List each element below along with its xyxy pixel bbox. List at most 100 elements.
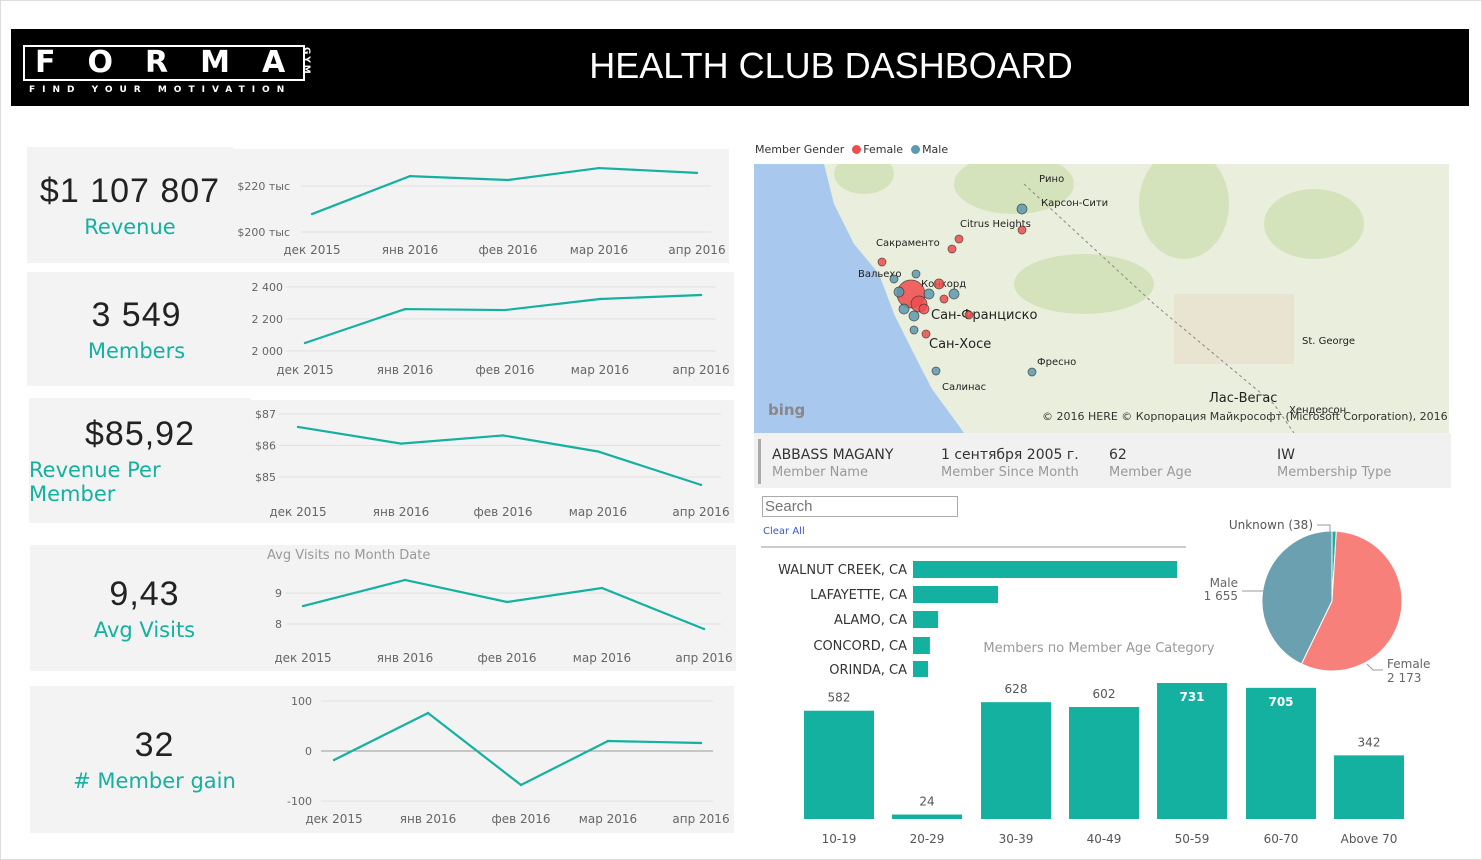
data-point xyxy=(695,171,699,175)
y-tick-label: $86 xyxy=(255,440,276,453)
x-tick-label: апр 2016 xyxy=(675,651,732,665)
x-tick-label: апр 2016 xyxy=(672,363,729,377)
city-bar[interactable] xyxy=(913,661,929,678)
data-point xyxy=(699,293,703,297)
y-tick-label: $200 тыс xyxy=(237,226,290,239)
data-point xyxy=(399,442,403,445)
x-tick-label: фев 2016 xyxy=(478,243,537,257)
x-tick-label: фев 2016 xyxy=(477,651,536,665)
x-tick-label: янв 2016 xyxy=(377,363,434,377)
data-point xyxy=(505,600,509,604)
age-bar[interactable] xyxy=(981,702,1051,819)
data-label: 602 xyxy=(1093,687,1116,701)
y-tick-label: 0 xyxy=(305,745,312,758)
data-point xyxy=(606,739,610,743)
leader-line xyxy=(1366,663,1383,671)
data-point xyxy=(600,586,604,590)
x-tick-label: янв 2016 xyxy=(382,243,439,257)
data-point xyxy=(598,297,602,301)
x-tick-label: янв 2016 xyxy=(373,505,430,519)
x-tick-label: мар 2016 xyxy=(573,651,631,665)
city-bar[interactable] xyxy=(913,611,939,628)
x-tick-label: Above 70 xyxy=(1341,832,1398,846)
data-point xyxy=(403,578,407,582)
data-point xyxy=(597,166,601,170)
x-tick-label: мар 2016 xyxy=(569,505,627,519)
x-tick-label: мар 2016 xyxy=(571,363,629,377)
x-tick-label: дек 2015 xyxy=(274,651,331,665)
data-point xyxy=(403,307,407,311)
series-line xyxy=(333,711,702,787)
age-bar[interactable] xyxy=(1334,755,1404,819)
city-label: ALAMO, CA xyxy=(834,613,907,628)
data-point xyxy=(506,178,510,182)
y-tick-label: $85 xyxy=(255,471,276,484)
x-tick-label: апр 2016 xyxy=(672,505,729,519)
data-label: 342 xyxy=(1358,735,1381,749)
city-bar[interactable] xyxy=(913,637,930,654)
data-label: 24 xyxy=(919,795,934,809)
y-tick-label: 2 400 xyxy=(252,281,284,294)
dashboard: FORMA FIND YOUR MOTIVATION GYM HEALTH CL… xyxy=(0,0,1482,860)
x-tick-label: мар 2016 xyxy=(570,243,628,257)
data-point xyxy=(503,308,507,312)
city-bar[interactable] xyxy=(913,561,1177,578)
x-tick-label: дек 2015 xyxy=(269,505,326,519)
city-bar[interactable] xyxy=(913,586,999,603)
data-label: 582 xyxy=(828,691,851,705)
series-line xyxy=(297,425,702,486)
x-tick-label: 60-70 xyxy=(1264,832,1299,846)
data-label: 731 xyxy=(1179,690,1204,704)
clip-mask xyxy=(761,677,1191,683)
y-tick-label: $220 тыс xyxy=(237,180,290,193)
data-point xyxy=(301,604,305,608)
data-point xyxy=(303,341,307,345)
data-label: 628 xyxy=(1005,682,1028,696)
y-tick-label: 9 xyxy=(275,587,282,600)
x-tick-label: апр 2016 xyxy=(668,243,725,257)
y-tick-label: 2 200 xyxy=(252,313,284,326)
chart-title: Members по Member Age Category xyxy=(983,641,1215,656)
city-label: WALNUT CREEK, CA xyxy=(778,563,907,578)
data-point xyxy=(501,434,505,437)
x-tick-label: 50-59 xyxy=(1175,832,1210,846)
pie-value-female: 2 173 xyxy=(1387,671,1421,685)
y-tick-label: 8 xyxy=(275,618,282,631)
pie-label-unknown: Unknown (38) xyxy=(1229,518,1313,532)
data-point xyxy=(408,174,412,178)
series-line xyxy=(302,578,705,630)
x-tick-label: 20-29 xyxy=(910,832,945,846)
data-point xyxy=(699,741,703,745)
x-tick-label: дек 2015 xyxy=(305,812,362,826)
charts-layer: $200 тыс $220 тыс дек 2015 янв 2016 фев 2016… xyxy=(237,166,1430,846)
x-tick-label: янв 2016 xyxy=(377,651,434,665)
y-tick-label: 100 xyxy=(291,695,312,708)
age-bar[interactable] xyxy=(804,710,874,819)
data-point xyxy=(596,450,600,453)
city-label: ORINDA, CA xyxy=(829,663,907,678)
x-tick-label: апр 2016 xyxy=(672,812,729,826)
y-tick-label: $87 xyxy=(255,408,276,421)
y-tick-label: 2 000 xyxy=(252,345,284,358)
data-point xyxy=(519,783,523,787)
x-tick-label: фев 2016 xyxy=(491,812,550,826)
data-label: 705 xyxy=(1268,695,1293,709)
age-bar[interactable] xyxy=(892,814,962,819)
data-point xyxy=(310,212,314,216)
city-label: LAFAYETTE, CA xyxy=(810,588,907,603)
pie-label-female: Female xyxy=(1387,657,1430,671)
pie-value-male: 1 655 xyxy=(1204,589,1238,603)
x-tick-label: фев 2016 xyxy=(475,363,534,377)
pie-label-male: Male xyxy=(1210,576,1238,590)
data-point xyxy=(296,425,300,429)
age-bar[interactable] xyxy=(1069,707,1139,819)
series-line xyxy=(311,166,698,216)
x-tick-label: 10-19 xyxy=(822,832,857,846)
data-point xyxy=(426,711,430,715)
x-tick-label: 40-49 xyxy=(1087,832,1122,846)
x-tick-label: янв 2016 xyxy=(400,812,457,826)
x-tick-label: дек 2015 xyxy=(276,363,333,377)
x-tick-label: фев 2016 xyxy=(473,505,532,519)
city-label: CONCORD, CA xyxy=(813,639,907,654)
y-tick-label: -100 xyxy=(287,795,312,808)
